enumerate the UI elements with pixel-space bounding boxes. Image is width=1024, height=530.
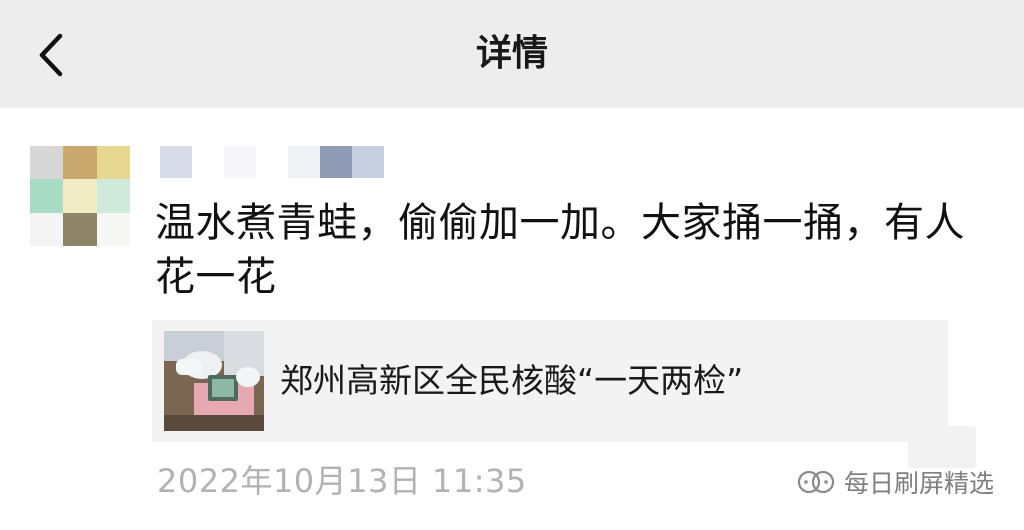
- avatar[interactable]: [30, 146, 130, 246]
- post-timestamp: 2022年10月13日 11:35: [157, 462, 527, 500]
- watermark-text: 每日刷屏精选: [843, 469, 994, 498]
- post-text: 温水煮青蛙，偷偷加一加。大家捅一捅，有人花一花: [155, 200, 965, 300]
- page-title: 详情: [475, 33, 548, 74]
- shared-link-card[interactable]: 郑州高新区全民核酸“一天两检”: [152, 320, 948, 442]
- watermark: 每日刷屏精选: [796, 462, 994, 502]
- nav-bar: 详情: [0, 0, 1024, 108]
- username-obscured[interactable]: [160, 146, 384, 178]
- link-title: 郑州高新区全民核酸“一天两检”: [280, 361, 744, 400]
- link-thumbnail: [164, 331, 264, 431]
- post-detail: 温水煮青蛙，偷偷加一加。大家捅一捅，有人花一花 郑州高新区全民核酸“一天两检” …: [0, 108, 1024, 530]
- wechat-official-account-icon: [797, 470, 835, 494]
